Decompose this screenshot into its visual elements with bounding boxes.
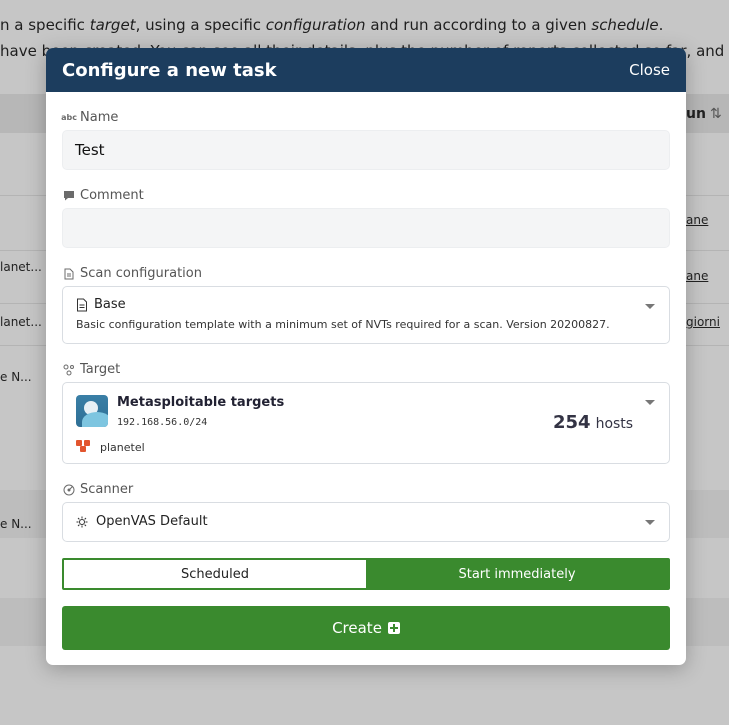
start-immediately-option[interactable]: Start immediately xyxy=(366,560,668,588)
comment-label: Comment xyxy=(62,188,144,203)
document-icon xyxy=(62,268,76,280)
chevron-down-icon[interactable] xyxy=(645,304,655,309)
create-button[interactable]: Create xyxy=(62,606,670,650)
scheduled-option[interactable]: Scheduled xyxy=(64,560,366,588)
table-cell: e N... xyxy=(0,517,32,531)
target-select[interactable]: Metasploitable targets 192.168.56.0/24 2… xyxy=(62,382,670,464)
modal-title: Configure a new task xyxy=(62,59,277,81)
table-cell-link[interactable]: ane xyxy=(686,213,708,227)
name-label: abc Name xyxy=(61,110,119,125)
scanner-select[interactable]: OpenVAS Default xyxy=(62,502,670,542)
intro-text-line-1: n a specific target, using a specific co… xyxy=(0,16,664,34)
hosts-count: 254 xyxy=(553,412,591,433)
organization-logo-icon xyxy=(76,440,90,454)
chevron-down-icon[interactable] xyxy=(645,400,655,405)
scanner-label: Scanner xyxy=(62,482,133,497)
speech-bubble-icon xyxy=(62,190,76,201)
radar-icon xyxy=(62,484,76,496)
target-label: Target xyxy=(62,362,120,377)
organization-name: planetel xyxy=(100,441,145,454)
configure-task-modal: Configure a new task Close abc Name Test… xyxy=(46,48,686,665)
name-input[interactable]: Test xyxy=(62,130,670,170)
scan-config-label: Scan configuration xyxy=(62,266,202,281)
document-icon xyxy=(77,298,87,311)
table-cell: lanet... xyxy=(0,315,42,329)
hosts-label: hosts xyxy=(595,416,634,432)
table-cell: e N... xyxy=(0,370,32,384)
scan-config-selected: Base xyxy=(76,297,126,312)
plus-square-icon xyxy=(387,622,400,634)
sort-icon[interactable]: ⇅ xyxy=(710,106,722,122)
text-abc-icon: abc xyxy=(61,113,77,122)
gear-icon xyxy=(76,516,88,527)
table-column-header[interactable]: un ⇅ xyxy=(686,106,722,122)
target-name: Metasploitable targets xyxy=(117,395,285,410)
close-button[interactable]: Close xyxy=(629,61,670,79)
modal-header: Configure a new task Close xyxy=(46,48,686,92)
start-mode-toggle: Scheduled Start immediately xyxy=(62,558,670,590)
chevron-down-icon[interactable] xyxy=(645,520,655,525)
table-cell: lanet... xyxy=(0,260,42,274)
table-cell-link[interactable]: ane xyxy=(686,269,708,283)
target-hosts: 254 hosts xyxy=(553,412,633,433)
scanner-selected: OpenVAS Default xyxy=(76,514,208,529)
comment-input[interactable] xyxy=(62,208,670,248)
target-avatar xyxy=(76,395,108,427)
table-cell-link[interactable]: giorni xyxy=(686,315,720,329)
target-nodes-icon xyxy=(62,364,76,376)
target-network: 192.168.56.0/24 xyxy=(117,417,208,428)
scan-config-select[interactable]: Base Basic configuration template with a… xyxy=(62,286,670,344)
scan-config-description: Basic configuration template with a mini… xyxy=(76,318,610,331)
